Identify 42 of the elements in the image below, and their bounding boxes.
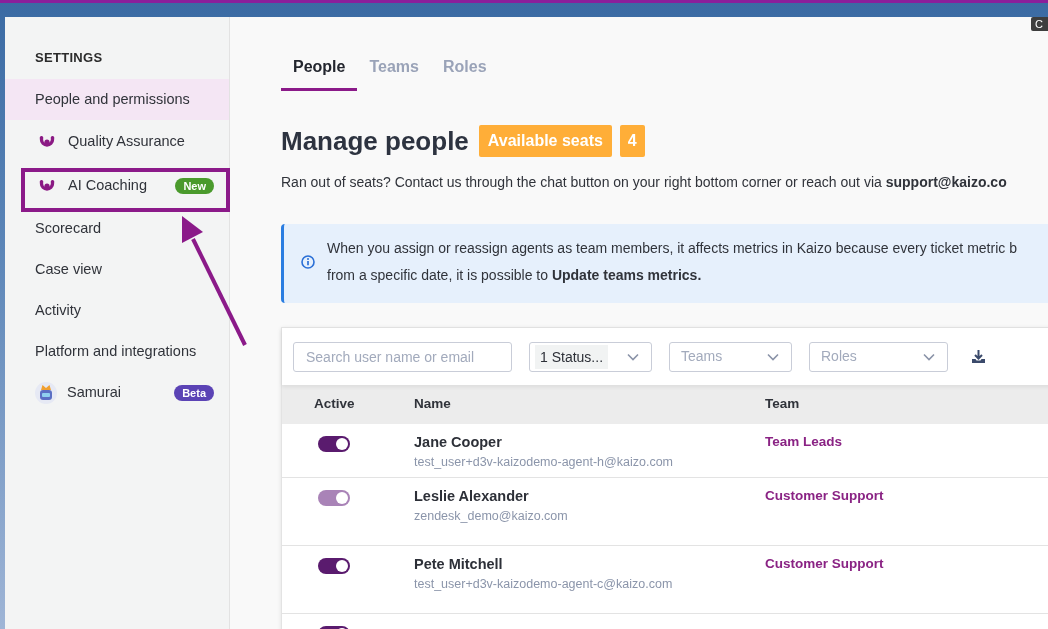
chevron-down-icon <box>627 352 639 361</box>
chevron-down-icon <box>923 352 935 361</box>
status-select[interactable]: 1 Status... <box>529 341 652 372</box>
sidebar-item[interactable]: AI Coaching New <box>5 164 229 208</box>
sidebar-heading: SETTINGS <box>34 49 104 67</box>
user-email: test_user+d3v-kaizodemo-agent-c@kaizo.com <box>414 576 673 593</box>
search-field[interactable]: Search user name or email <box>293 341 512 372</box>
info-icon <box>301 255 315 269</box>
info-text: When you assign or reassign agents as team members, it affects metrics in Kaizo because every ticket metric b from a specific date, it is possible to Update teams metrics. <box>327 239 1017 285</box>
download-button[interactable] <box>971 349 986 364</box>
sidebar-item[interactable]: Scorecard <box>5 208 229 249</box>
logo-icon <box>38 178 56 194</box>
download-icon <box>971 349 986 364</box>
logo-icon <box>38 134 56 150</box>
seats-count: 4 <box>619 125 645 157</box>
user-name: Pete Mitchell <box>414 555 503 574</box>
sidebar-item[interactable]: People and permissions <box>5 79 229 120</box>
robot-avatar-icon <box>35 382 57 404</box>
page-title: Manage people <box>281 125 469 157</box>
toggle-switch[interactable] <box>318 558 350 574</box>
column-header: Active <box>313 395 356 414</box>
sidebar-item[interactable]: Activity <box>5 290 229 331</box>
sidebar-item[interactable]: Case view <box>5 249 229 290</box>
team-link[interactable]: Team Leads <box>765 432 843 452</box>
user-email: test_user+d3v-kaizodemo-agent-h@kaizo.com <box>414 454 673 471</box>
seats-label: Available seats <box>478 125 612 157</box>
column-header: Name <box>414 395 452 414</box>
user-name: Jane Cooper <box>414 433 502 452</box>
user-name: Leslie Alexander <box>414 487 529 506</box>
sidebar-item[interactable]: Samurai Beta <box>5 372 229 414</box>
chevron-down-icon <box>767 352 779 361</box>
toggle-switch[interactable] <box>318 436 350 452</box>
team-link[interactable]: Customer Support <box>765 554 884 574</box>
user-email: zendesk_demo@kaizo.com <box>414 508 568 525</box>
tooltip: C <box>1031 17 1048 31</box>
notice-text: Ran out of seats? Contact us through the chat button on your right bottom corner or reach out via support@kaizo.co <box>281 173 1008 192</box>
feature-tag: Beta <box>174 385 214 401</box>
sidebar-item[interactable]: Platform and integrations <box>5 331 229 372</box>
column-header: Team <box>765 395 801 414</box>
feature-tag: New <box>175 178 214 194</box>
tab[interactable]: People <box>281 55 358 91</box>
sidebar-item[interactable]: Quality Assurance <box>5 120 229 164</box>
